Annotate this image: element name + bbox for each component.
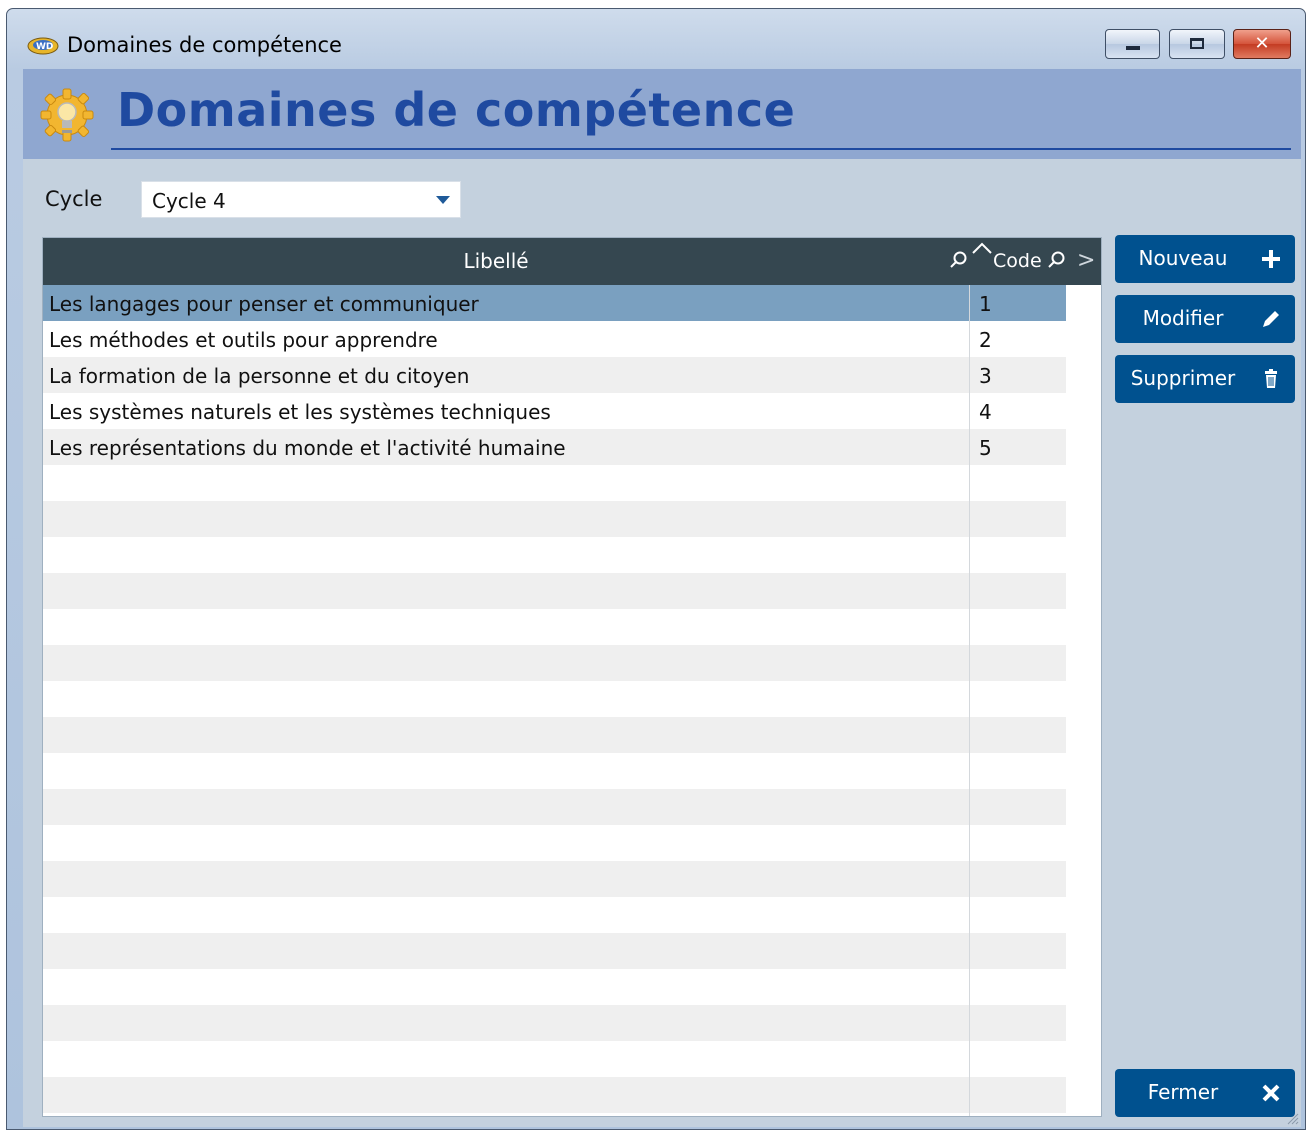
cell-code: 5 <box>979 436 992 460</box>
empty-table-row[interactable] <box>43 1077 1066 1113</box>
delete-button[interactable]: Supprimer <box>1115 355 1295 403</box>
minimize-icon <box>1126 46 1140 50</box>
empty-table-row[interactable] <box>43 969 1066 1005</box>
cell-libelle: Les langages pour penser et communiquer <box>49 292 479 316</box>
cell-libelle: La formation de la personne et du citoye… <box>49 364 470 388</box>
edit-button[interactable]: Modifier <box>1115 295 1295 343</box>
close-window-button[interactable]: ✕ <box>1233 29 1291 59</box>
window-client-area: Domaines de compétence Cycle Cycle 4 Lib… <box>23 69 1301 1127</box>
empty-table-row[interactable] <box>43 789 1066 825</box>
table-header: Libellé Code > <box>43 238 1101 285</box>
svg-text:WD: WD <box>36 42 53 52</box>
minimize-button[interactable] <box>1105 29 1160 59</box>
title-bar[interactable]: WD Domaines de compétence ✕ <box>7 9 1305 69</box>
empty-table-row[interactable] <box>43 681 1066 717</box>
cell-code: 2 <box>979 328 992 352</box>
search-icon[interactable] <box>1046 250 1066 270</box>
domains-table: Libellé Code > Les langages pour penser … <box>42 237 1102 1117</box>
trash-icon <box>1265 369 1277 388</box>
gear-bulb-icon <box>40 88 94 142</box>
new-button[interactable]: Nouveau <box>1115 235 1295 283</box>
empty-table-row[interactable] <box>43 609 1066 645</box>
new-button-label: Nouveau <box>1138 246 1228 270</box>
empty-table-row[interactable] <box>43 1005 1066 1041</box>
close-button-label: Fermer <box>1147 1080 1219 1104</box>
column-header-code[interactable]: Code <box>993 238 1042 285</box>
app-window: WD Domaines de compétence ✕ Domaines de … <box>6 8 1306 1130</box>
cell-libelle: Les méthodes et outils pour apprendre <box>49 328 438 352</box>
table-right-margin <box>1066 285 1101 1116</box>
empty-table-row[interactable] <box>43 933 1066 969</box>
maximize-icon <box>1190 38 1204 49</box>
plus-icon <box>1262 250 1280 268</box>
cycle-label: Cycle <box>45 187 103 211</box>
empty-table-row[interactable] <box>43 645 1066 681</box>
pencil-icon <box>1263 311 1279 327</box>
close-icon: ✕ <box>1254 33 1270 54</box>
close-icon <box>1262 1084 1280 1102</box>
empty-table-row[interactable] <box>43 1041 1066 1077</box>
windev-app-icon: WD <box>27 37 59 55</box>
cell-libelle: Les représentations du monde et l'activi… <box>49 436 566 460</box>
cell-libelle: Les systèmes naturels et les systèmes te… <box>49 400 551 424</box>
edit-button-label: Modifier <box>1142 306 1224 330</box>
scroll-right-icon[interactable]: > <box>1077 248 1095 273</box>
empty-table-row[interactable] <box>43 717 1066 753</box>
empty-table-row[interactable] <box>43 861 1066 897</box>
empty-table-row[interactable] <box>43 573 1066 609</box>
sort-ascending-icon[interactable] <box>971 241 993 255</box>
close-button[interactable]: Fermer <box>1115 1069 1295 1117</box>
cycle-select[interactable]: Cycle 4 <box>141 181 461 218</box>
table-body: Les langages pour penser et communiquer 1… <box>43 285 1066 1113</box>
window-title: Domaines de compétence <box>67 33 342 57</box>
column-header-libelle[interactable]: Libellé <box>43 238 949 285</box>
column-divider <box>969 285 970 1116</box>
table-row[interactable]: La formation de la personne et du citoye… <box>43 357 1066 393</box>
page-header: Domaines de compétence <box>23 69 1301 159</box>
header-underline <box>111 148 1291 150</box>
maximize-button[interactable] <box>1169 29 1225 59</box>
table-row[interactable]: Les représentations du monde et l'activi… <box>43 429 1066 465</box>
empty-table-row[interactable] <box>43 537 1066 573</box>
empty-table-row[interactable] <box>43 897 1066 933</box>
resize-grip-icon[interactable] <box>1283 1109 1299 1125</box>
chevron-down-icon[interactable] <box>436 196 450 204</box>
empty-table-row[interactable] <box>43 825 1066 861</box>
cell-code: 1 <box>979 292 992 316</box>
page-title: Domaines de compétence <box>117 83 796 137</box>
cycle-select-value: Cycle 4 <box>152 189 226 213</box>
cell-code: 3 <box>979 364 992 388</box>
empty-table-row[interactable] <box>43 501 1066 537</box>
empty-table-row[interactable] <box>43 465 1066 501</box>
delete-button-label: Supprimer <box>1130 366 1236 390</box>
cell-code: 4 <box>979 400 992 424</box>
table-row[interactable]: Les langages pour penser et communiquer 1 <box>43 285 1066 321</box>
empty-table-row[interactable] <box>43 753 1066 789</box>
table-row[interactable]: Les systèmes naturels et les systèmes te… <box>43 393 1066 429</box>
search-icon[interactable] <box>948 250 968 270</box>
table-row[interactable]: Les méthodes et outils pour apprendre 2 <box>43 321 1066 357</box>
